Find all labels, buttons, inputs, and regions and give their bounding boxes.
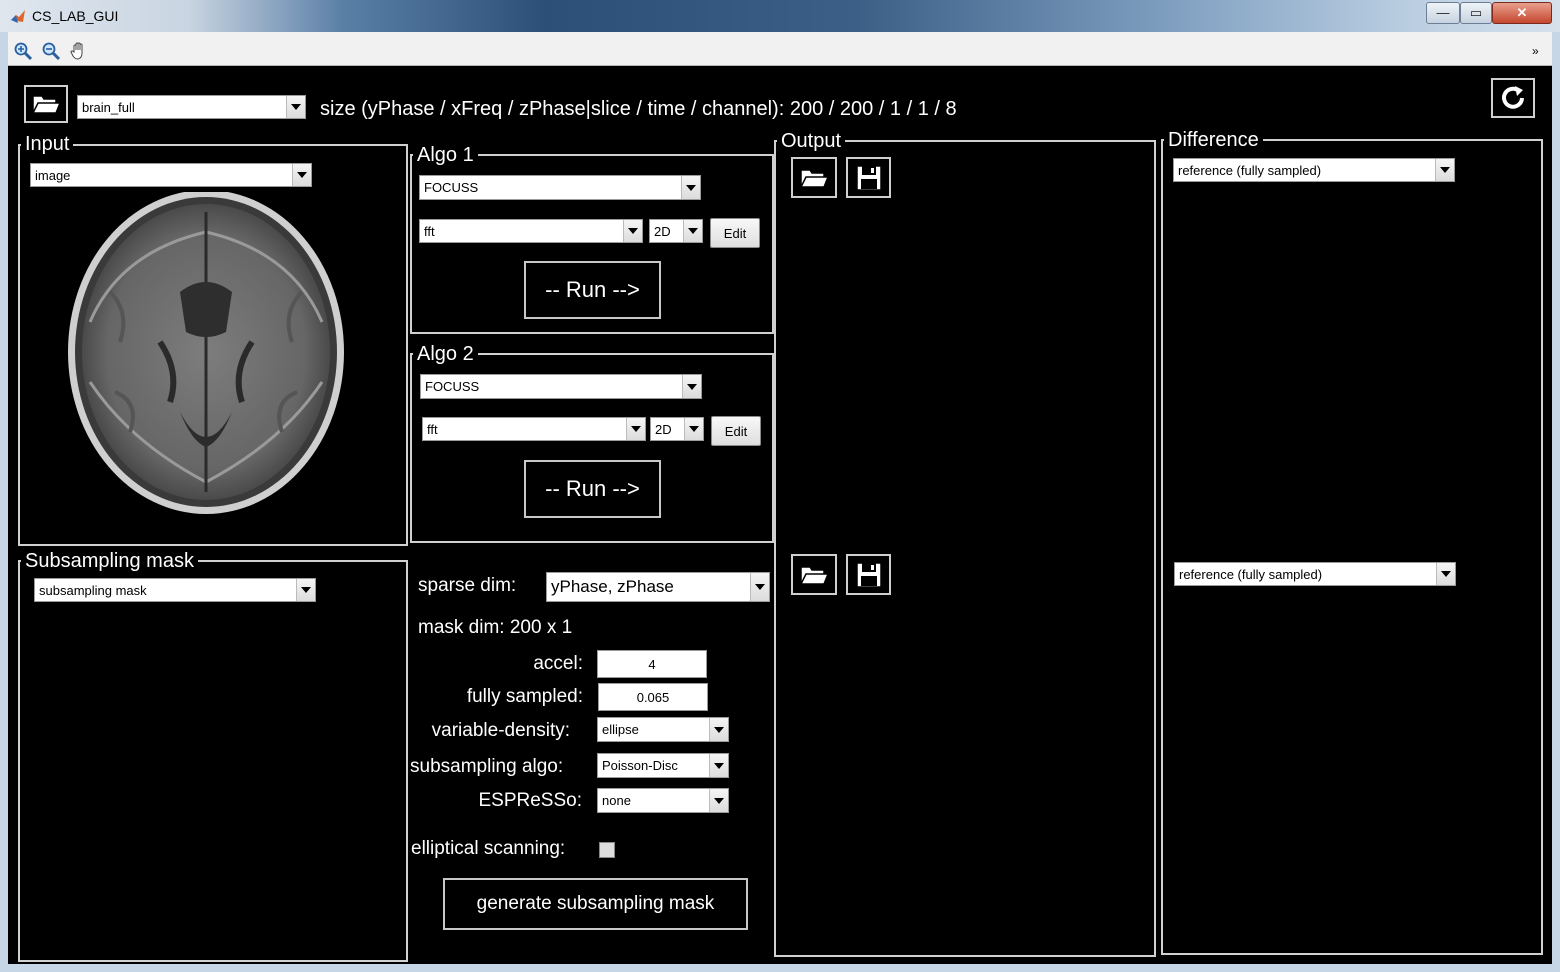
input-panel-title: Input [21, 133, 74, 155]
close-button[interactable]: ✕ [1492, 2, 1552, 24]
variable-density-value: ellipse [602, 722, 639, 737]
subsampling-algo-label: subsampling algo: [410, 756, 564, 777]
title-bar [0, 0, 1560, 32]
difference1-reference-select[interactable]: reference (fully sampled) [1173, 158, 1455, 182]
algo1-method-select[interactable]: FOCUSS [419, 175, 701, 200]
accel-label: accel: [533, 653, 583, 674]
algo2-method-value: FOCUSS [425, 379, 480, 394]
espresso-label: ESPReSSo: [478, 790, 583, 811]
sparse-dim-label: sparse dim: [418, 575, 517, 596]
difference1-reference-value: reference (fully sampled) [1178, 162, 1322, 178]
mask-view-select[interactable]: subsampling mask [34, 578, 316, 602]
window-frame-right [1552, 32, 1560, 972]
toolbar [8, 32, 1552, 66]
minimize-button[interactable]: — [1426, 2, 1460, 24]
variable-density-select[interactable]: ellipse [597, 717, 729, 742]
difference2-reference-value: reference (fully sampled) [1179, 566, 1323, 582]
generate-mask-button[interactable]: generate subsampling mask [443, 878, 748, 930]
chevron-down-icon [623, 220, 642, 242]
toolbar-overflow-icon[interactable]: » [1532, 44, 1539, 58]
variable-density-label: variable-density: [431, 720, 570, 741]
fully-sampled-input[interactable]: 0.065 [598, 683, 708, 711]
sparse-dim-select[interactable]: yPhase, zPhase [546, 572, 770, 602]
pan-hand-icon[interactable] [68, 40, 90, 62]
chevron-down-icon [296, 579, 315, 601]
refresh-button[interactable] [1491, 78, 1535, 118]
chevron-down-icon [709, 718, 728, 741]
subsampling-algo-value: Poisson-Disc [602, 758, 678, 773]
chevron-down-icon [1436, 563, 1455, 585]
chevron-down-icon [286, 96, 305, 118]
maximize-button[interactable]: ▭ [1460, 2, 1492, 24]
dataset-select-value: brain_full [82, 99, 135, 115]
output2-save-button[interactable] [846, 554, 891, 595]
folder-open-icon [799, 168, 829, 188]
sparse-dim-value: yPhase, zPhase [551, 577, 674, 596]
algo1-transform-select[interactable]: fft [419, 219, 643, 243]
output1-save-button[interactable] [846, 157, 891, 198]
chevron-down-icon [626, 418, 645, 440]
algo2-edit-button[interactable]: Edit [711, 416, 761, 446]
chevron-down-icon [709, 754, 728, 777]
algo2-run-button[interactable]: -- Run --> [524, 460, 661, 518]
algo2-transform-select[interactable]: fft [422, 417, 646, 441]
folder-open-icon [799, 565, 829, 585]
algo2-method-select[interactable]: FOCUSS [420, 374, 702, 399]
window-frame-bottom [0, 964, 1560, 972]
dataset-select[interactable]: brain_full [77, 95, 306, 119]
difference-panel [1161, 139, 1543, 955]
mask-panel [18, 560, 408, 962]
size-info-text: size (yPhase / xFreq / zPhase|slice / ti… [320, 98, 957, 120]
floppy-disk-icon [855, 561, 882, 588]
espresso-select[interactable]: none [597, 788, 729, 813]
input-view-value: image [35, 167, 71, 183]
window-title: CS_LAB_GUI [32, 8, 119, 24]
chevron-down-icon [683, 220, 702, 242]
floppy-disk-icon [855, 164, 882, 191]
elliptical-scanning-checkbox[interactable] [599, 842, 615, 858]
algo1-run-button[interactable]: -- Run --> [524, 261, 661, 319]
folder-open-icon [31, 95, 61, 114]
algo2-dim-select[interactable]: 2D [650, 417, 704, 441]
espresso-value: none [602, 793, 631, 808]
subsampling-algo-select[interactable]: Poisson-Disc [597, 753, 729, 778]
window-frame-left [0, 32, 8, 972]
mask-dim-text: mask dim: 200 x 1 [418, 617, 573, 638]
zoom-out-icon[interactable] [40, 40, 62, 62]
chevron-down-icon [681, 176, 700, 199]
algo1-method-value: FOCUSS [424, 180, 479, 195]
fully-sampled-label: fully sampled: [466, 686, 583, 707]
chevron-down-icon [709, 789, 728, 812]
elliptical-scanning-label: elliptical scanning: [411, 838, 566, 859]
chevron-down-icon [684, 418, 703, 440]
difference2-reference-select[interactable]: reference (fully sampled) [1174, 562, 1456, 586]
output1-open-button[interactable] [791, 157, 837, 198]
mask-panel-title: Subsampling mask [21, 550, 198, 572]
refresh-icon [1502, 86, 1524, 109]
chevron-down-icon [682, 375, 701, 398]
algo1-dim-value: 2D [654, 223, 671, 239]
mask-view-value: subsampling mask [39, 582, 147, 598]
algo1-dim-select[interactable]: 2D [649, 219, 703, 243]
algo2-panel-title: Algo 2 [413, 343, 478, 365]
input-brain-image [68, 192, 344, 514]
difference-panel-title: Difference [1164, 129, 1263, 151]
matlab-icon [11, 10, 25, 23]
output2-open-button[interactable] [791, 554, 837, 595]
output-panel-title: Output [777, 130, 846, 152]
zoom-in-icon[interactable] [12, 40, 34, 62]
chevron-down-icon [292, 164, 311, 186]
chevron-down-icon [750, 573, 769, 601]
algo1-panel-title: Algo 1 [413, 144, 478, 166]
algo1-edit-button[interactable]: Edit [710, 218, 760, 248]
accel-input[interactable]: 4 [597, 650, 707, 678]
algo2-transform-value: fft [427, 421, 438, 437]
input-view-select[interactable]: image [30, 163, 312, 187]
output-panel [774, 140, 1156, 957]
chevron-down-icon [1435, 159, 1454, 181]
algo1-transform-value: fft [424, 223, 435, 239]
open-dataset-button[interactable] [24, 85, 68, 123]
algo2-dim-value: 2D [655, 421, 672, 437]
